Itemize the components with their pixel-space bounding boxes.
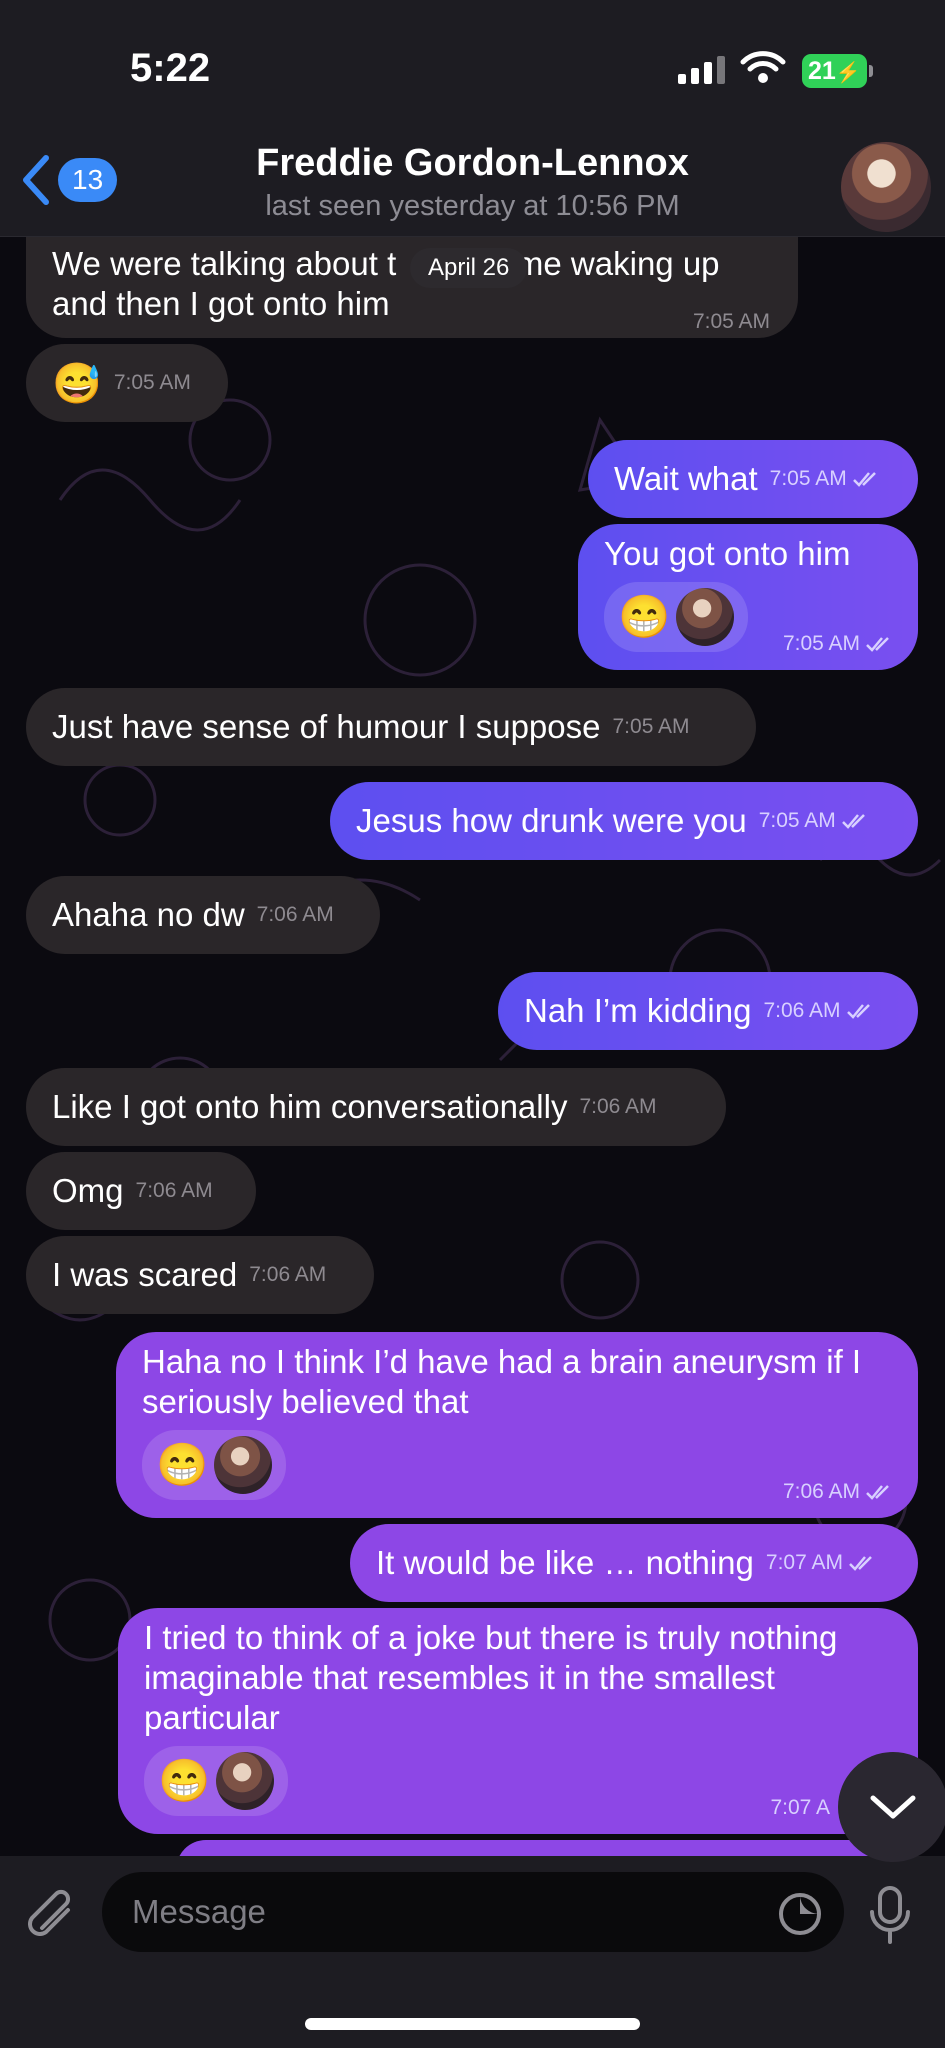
contact-avatar[interactable] bbox=[841, 142, 931, 232]
message-bubble[interactable]: Ahaha no dw 7:06 AM bbox=[26, 876, 380, 954]
message-composer: Message bbox=[0, 1856, 945, 2048]
home-indicator bbox=[305, 2018, 640, 2030]
message-bubble[interactable]: It would be like … nothing 7:07 AM bbox=[350, 1524, 918, 1602]
read-check-icon bbox=[841, 814, 865, 829]
battery-level: 21 bbox=[808, 57, 836, 85]
read-check-icon bbox=[852, 472, 876, 487]
reaction-emoji: 😁 bbox=[158, 1757, 211, 1804]
reaction-bar[interactable]: 😁 bbox=[144, 1746, 289, 1816]
message-bubble[interactable]: 😅 7:05 AM bbox=[26, 344, 228, 422]
message-list[interactable]: We were talking about ty me waking up an… bbox=[0, 236, 945, 1856]
message-bubble-partial[interactable] bbox=[176, 1840, 918, 1856]
message-bubble[interactable]: I tried to think of a joke but there is … bbox=[118, 1608, 918, 1834]
message-bubble[interactable]: We were talking about ty me waking up an… bbox=[26, 236, 798, 338]
reaction-emoji: 😁 bbox=[618, 593, 671, 640]
battery-icon: 21⚡ bbox=[802, 54, 873, 88]
read-check-icon bbox=[846, 1004, 870, 1019]
chat-header: 13 Freddie Gordon-Lennox last seen yeste… bbox=[0, 140, 945, 237]
message-bubble[interactable]: Haha no I think I’d have had a brain ane… bbox=[116, 1332, 918, 1518]
message-bubble[interactable]: Jesus how drunk were you 7:05 AM bbox=[330, 782, 918, 860]
reaction-bar[interactable]: 😁 bbox=[142, 1430, 287, 1500]
reaction-bar[interactable]: 😁 bbox=[604, 582, 749, 652]
message-placeholder: Message bbox=[132, 1893, 266, 1930]
scroll-down-button[interactable] bbox=[838, 1752, 945, 1862]
contact-name[interactable]: Freddie Gordon-Lennox bbox=[0, 142, 945, 185]
message-bubble[interactable]: I was scared 7:06 AM bbox=[26, 1236, 374, 1314]
message-bubble[interactable]: Wait what 7:05 AM bbox=[588, 440, 918, 518]
last-seen-status: last seen yesterday at 10:56 PM bbox=[265, 190, 680, 222]
message-bubble[interactable]: Like I got onto him conversationally 7:06… bbox=[26, 1068, 726, 1146]
reactor-avatar bbox=[676, 588, 735, 646]
message-input[interactable]: Message bbox=[102, 1872, 844, 1952]
reaction-emoji: 😁 bbox=[156, 1441, 209, 1488]
signal-icon bbox=[678, 56, 725, 84]
attach-icon[interactable] bbox=[24, 1886, 80, 1946]
date-pill: April 26 bbox=[410, 248, 528, 288]
message-bubble[interactable]: Omg 7:06 AM bbox=[26, 1152, 256, 1230]
read-check-icon bbox=[866, 637, 889, 652]
sticker-icon[interactable] bbox=[776, 1890, 824, 1938]
read-check-icon bbox=[849, 1556, 872, 1571]
scroll-down-icon bbox=[870, 1795, 916, 1819]
status-bar: 5:22 21⚡ bbox=[0, 0, 945, 140]
read-check-icon bbox=[866, 1485, 889, 1500]
message-bubble[interactable]: You got onto him 😁 7:05 AM bbox=[578, 524, 918, 670]
message-bubble[interactable]: Just have sense of humour I suppose 7:05 … bbox=[26, 688, 756, 766]
reactor-avatar bbox=[214, 1436, 273, 1494]
reactor-avatar bbox=[216, 1752, 275, 1810]
mic-icon[interactable] bbox=[868, 1884, 912, 1948]
status-time: 5:22 bbox=[130, 46, 211, 90]
message-bubble[interactable]: Nah I’m kidding 7:06 AM bbox=[498, 972, 918, 1050]
wifi-icon bbox=[740, 51, 786, 83]
